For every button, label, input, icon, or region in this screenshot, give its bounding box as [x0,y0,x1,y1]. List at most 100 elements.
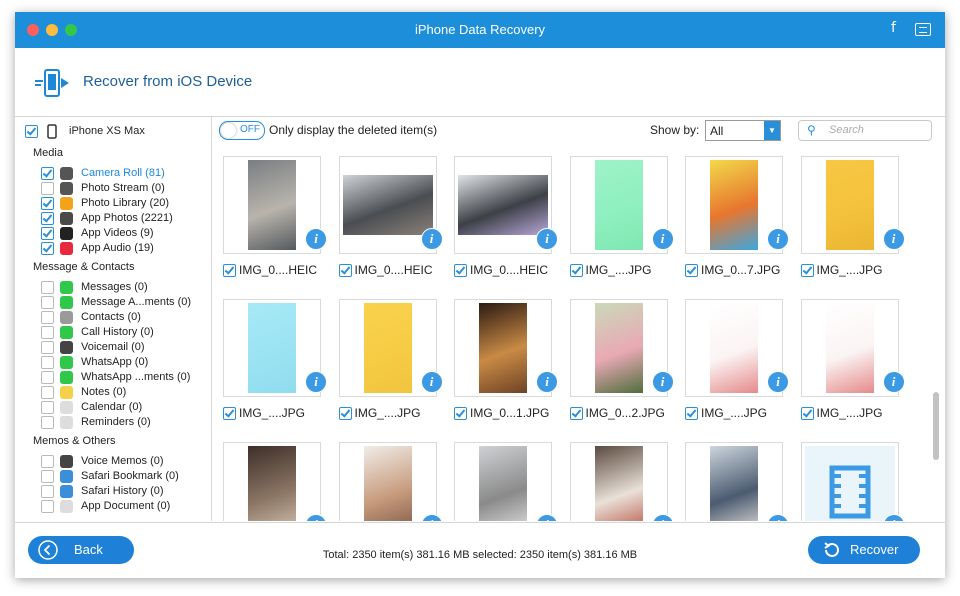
sidebar-item-checkbox[interactable] [41,212,54,225]
photo-cell[interactable]: i [215,442,327,521]
sidebar-item[interactable]: Messages (0) [41,280,209,295]
grid-scrollbar[interactable] [933,392,939,460]
sidebar-item-checkbox[interactable] [41,242,54,255]
sidebar-item[interactable]: App Videos (9) [41,226,209,241]
photo-cell[interactable]: i IMG_0...2.JPG [562,299,674,434]
sidebar-item[interactable]: Safari Bookmark (0) [41,469,209,484]
sidebar-item[interactable]: WhatsApp ...ments (0) [41,370,209,385]
photo-checkbox[interactable] [454,407,467,420]
sidebar-item-checkbox[interactable] [41,311,54,324]
sidebar-item[interactable]: App Audio (19) [41,241,209,256]
sidebar-item-checkbox[interactable] [41,455,54,468]
photo-cell[interactable]: i [793,442,905,521]
photo-cell[interactable]: i [562,442,674,521]
sidebar-item[interactable]: Photo Library (20) [41,196,209,211]
sidebar-item[interactable]: Safari History (0) [41,484,209,499]
photo-thumbnail[interactable] [338,442,437,521]
deleted-only-toggle[interactable]: OFF [219,121,265,140]
device-row[interactable]: iPhone XS Max [25,124,205,139]
photo-cell[interactable]: i IMG_....JPG [215,299,327,434]
photo-checkbox[interactable] [338,407,352,420]
sidebar-item[interactable]: WhatsApp (0) [41,355,209,370]
photo-thumbnail[interactable] [800,442,899,521]
sidebar-item[interactable]: Photo Stream (0) [41,181,209,196]
photo-cell[interactable]: i IMG_....JPG [331,299,443,434]
sidebar-item-checkbox[interactable] [41,500,54,513]
photo-thumbnail[interactable] [685,442,783,521]
photo-cell[interactable]: i IMG_....JPG [793,156,905,291]
photo-checkbox[interactable] [800,264,814,277]
photo-thumbnail[interactable] [223,442,321,521]
info-icon[interactable]: i [420,371,443,393]
info-icon[interactable]: i [651,228,674,250]
photo-cell[interactable]: i [677,442,789,521]
show-by-select[interactable]: All ▼ [705,120,781,141]
photo-stream-icon [60,182,73,195]
photo-cell[interactable]: i IMG_0....HEIC [215,156,327,291]
sidebar-item-checkbox[interactable] [41,197,54,210]
sidebar-item-checkbox[interactable] [41,401,54,414]
sidebar-item-checkbox[interactable] [41,416,54,429]
photo-cell[interactable]: i IMG_0...7.JPG [677,156,789,291]
sidebar-item-checkbox[interactable] [41,182,54,195]
photo-thumbnail[interactable] [454,442,552,521]
sidebar-item[interactable]: App Document (0) [41,499,209,514]
photo-checkbox[interactable] [454,264,467,277]
photo-checkbox[interactable] [223,264,236,277]
sidebar-item-checkbox[interactable] [41,341,54,354]
photo-cell[interactable]: i IMG_....JPG [677,299,789,434]
sidebar-item[interactable]: Camera Roll (81) [41,166,209,181]
photo-checkbox[interactable] [569,264,583,277]
sidebar-item[interactable]: Message A...ments (0) [41,295,209,310]
info-icon[interactable]: i [305,228,327,250]
sidebar-item-checkbox[interactable] [41,281,54,294]
info-icon[interactable]: i [536,228,558,250]
info-icon[interactable]: i [420,228,443,250]
sidebar-item-checkbox[interactable] [41,296,54,309]
photo-cell[interactable]: i [331,442,443,521]
device-checkbox[interactable] [25,125,38,138]
sidebar-item-checkbox[interactable] [41,470,54,483]
sidebar-item[interactable]: Reminders (0) [41,415,209,430]
photo-cell[interactable]: i IMG_0....HEIC [446,156,558,291]
info-icon[interactable]: i [305,371,327,393]
photo-checkbox[interactable] [569,407,583,420]
sidebar-item[interactable]: Notes (0) [41,385,209,400]
recover-button[interactable]: Recover [808,536,920,564]
info-icon[interactable]: i [882,371,905,393]
photo-checkbox[interactable] [338,264,352,277]
sidebar-item[interactable]: Calendar (0) [41,400,209,415]
photo-cell[interactable]: i IMG_0....HEIC [331,156,443,291]
sidebar-item-checkbox[interactable] [41,326,54,339]
sidebar-item[interactable]: App Photos (2221) [41,211,209,226]
sidebar-item[interactable]: Call History (0) [41,325,209,340]
photo-checkbox[interactable] [685,407,698,420]
sidebar-item-checkbox[interactable] [41,167,54,180]
sidebar-item-checkbox[interactable] [41,227,54,240]
photo-cell[interactable]: i IMG_0...1.JPG [446,299,558,434]
photo-checkbox[interactable] [223,407,236,420]
sidebar-item[interactable]: Voicemail (0) [41,340,209,355]
sidebar-item[interactable]: Contacts (0) [41,310,209,325]
sidebar-item-checkbox[interactable] [41,356,54,369]
photo-checkbox[interactable] [800,407,814,420]
info-icon[interactable]: i [767,371,789,393]
info-icon[interactable]: i [651,371,674,393]
photo-cell[interactable]: i [446,442,558,521]
feedback-icon[interactable] [915,23,931,36]
chevron-down-icon[interactable]: ▼ [764,121,780,140]
sidebar-item[interactable]: Voice Memos (0) [41,454,209,469]
facebook-icon[interactable]: f [891,20,896,36]
photo-thumbnail[interactable] [569,442,668,521]
info-icon[interactable]: i [882,228,905,250]
search-input[interactable]: ⚲ Search [798,120,932,141]
sidebar-item-checkbox[interactable] [41,485,54,498]
photo-checkbox[interactable] [685,264,698,277]
info-icon[interactable]: i [767,228,789,250]
photo-image [710,160,758,250]
info-icon[interactable]: i [536,371,558,393]
sidebar-item-checkbox[interactable] [41,371,54,384]
photo-cell[interactable]: i IMG_....JPG [562,156,674,291]
photo-cell[interactable]: i IMG_....JPG [793,299,905,434]
sidebar-item-checkbox[interactable] [41,386,54,399]
